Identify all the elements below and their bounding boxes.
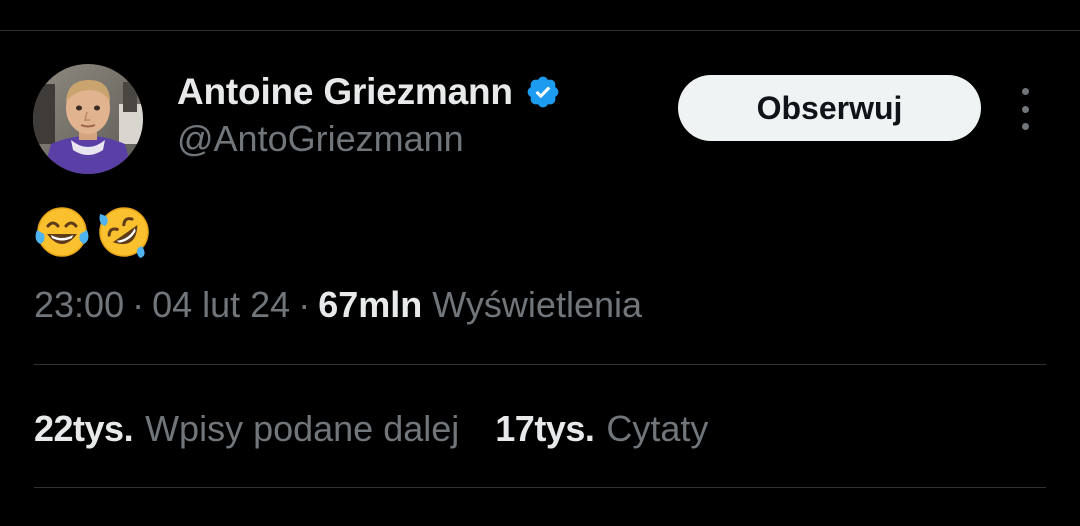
follow-button[interactable]: Obserwuj	[678, 75, 981, 141]
meta-separator: ·	[298, 284, 311, 325]
reposts-count: 22tys.	[34, 408, 134, 449]
reposts-stat[interactable]: 22tys. Wpisy podane dalej	[34, 408, 459, 450]
divider	[34, 487, 1046, 488]
more-dot	[1021, 105, 1029, 113]
meta-separator: ·	[132, 284, 145, 325]
tweet-stats: 22tys. Wpisy podane dalej 17tys. Cytaty	[34, 408, 708, 450]
quotes-count: 17tys.	[495, 408, 595, 449]
views-label: Wyświetlenia	[432, 284, 643, 325]
reposts-label: Wpisy podane dalej	[145, 408, 460, 449]
avatar[interactable]	[33, 64, 143, 174]
face-with-tears-of-joy-icon	[34, 204, 90, 260]
divider	[34, 364, 1046, 365]
author-display-name[interactable]: Antoine Griezmann	[177, 71, 513, 113]
quotes-stat[interactable]: 17tys. Cytaty	[495, 408, 708, 450]
tweet-text	[34, 204, 152, 260]
rolling-on-the-floor-laughing-icon	[96, 204, 152, 260]
verified-badge-icon[interactable]	[525, 74, 561, 110]
more-options-icon[interactable]	[1012, 88, 1038, 130]
more-dot	[1021, 88, 1029, 95]
tweet-date[interactable]: 04 lut 24	[152, 284, 290, 326]
tweet-meta: 23:00 · 04 lut 24 · 67mln Wyświetlenia	[34, 284, 642, 326]
more-dot	[1021, 123, 1029, 130]
author-handle[interactable]: @AntoGriezmann	[177, 118, 464, 160]
views-count: 67mln	[318, 284, 423, 325]
tweet-time[interactable]: 23:00	[34, 284, 124, 326]
author-name-row: Antoine Griezmann	[177, 70, 561, 114]
top-divider	[0, 30, 1080, 31]
quotes-label: Cytaty	[606, 408, 709, 449]
avatar-image	[33, 64, 143, 174]
